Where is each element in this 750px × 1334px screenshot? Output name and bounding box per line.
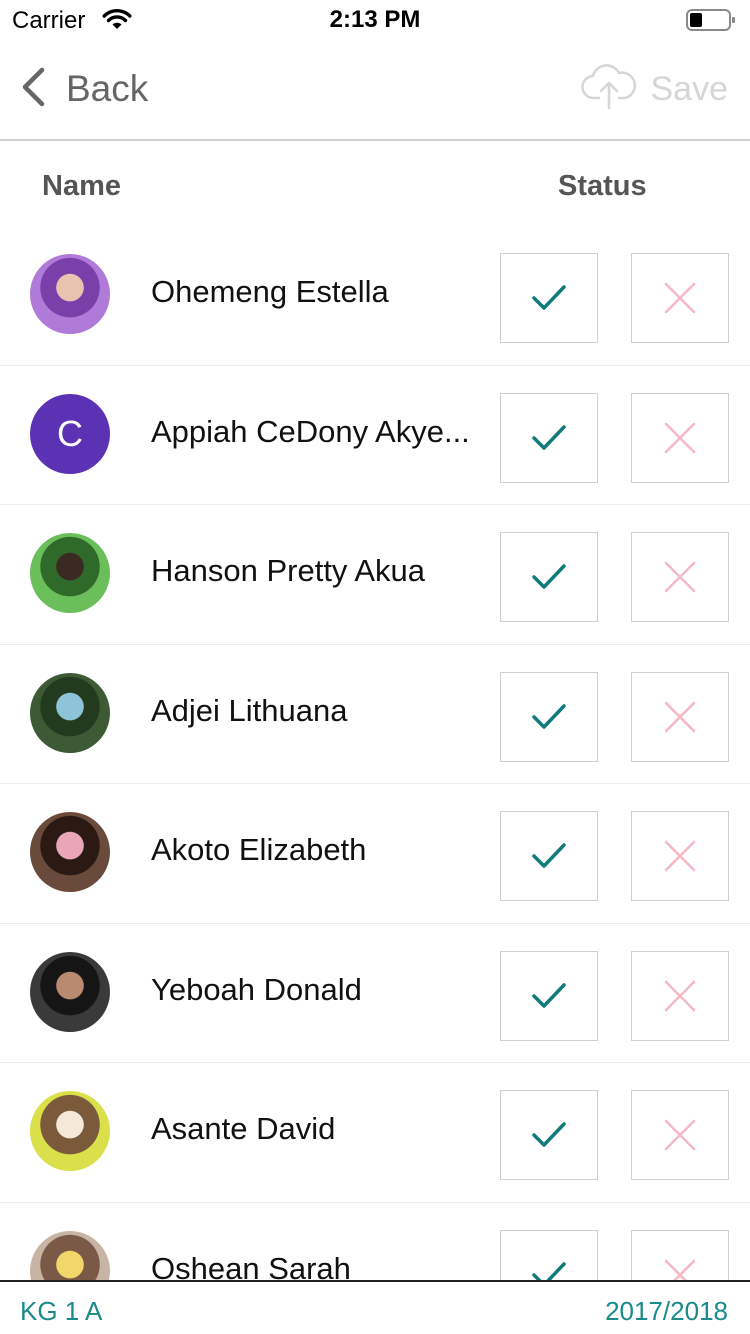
student-row: C Appiah CeDony Akye... xyxy=(0,366,750,505)
mark-absent-button[interactable] xyxy=(631,950,729,1041)
student-row: Oshean Sarah xyxy=(0,1203,750,1281)
mark-absent-button[interactable] xyxy=(631,1090,729,1180)
footer-bar: KG 1 A 2017/2018 xyxy=(0,1280,750,1334)
chevron-left-icon xyxy=(20,67,46,112)
status-column-header: Status xyxy=(558,170,647,202)
mark-present-button[interactable] xyxy=(500,811,598,901)
student-name: Asante David xyxy=(151,1111,336,1146)
student-name: Akoto Elizabeth xyxy=(151,832,367,867)
checkmark-icon xyxy=(532,564,566,589)
battery-icon xyxy=(686,8,736,32)
back-label: Back xyxy=(66,68,149,109)
checkmark-icon xyxy=(532,703,566,729)
student-name: Ohemeng Estella xyxy=(151,274,389,309)
student-name: Hanson Pretty Akua xyxy=(151,553,425,588)
mark-absent-button[interactable] xyxy=(631,253,729,343)
mark-present-button[interactable] xyxy=(500,532,598,622)
mark-absent-button[interactable] xyxy=(631,532,729,622)
mark-present-button[interactable] xyxy=(500,950,598,1041)
student-name: Yeboah Donald xyxy=(151,971,362,1007)
avatar-initial: C xyxy=(57,412,83,454)
student-row: Ohemeng Estella xyxy=(0,226,750,366)
close-icon xyxy=(664,422,696,453)
student-name: Appiah CeDony Akye... xyxy=(151,413,470,449)
student-avatar xyxy=(30,812,110,892)
class-name: KG 1 A xyxy=(20,1296,103,1326)
checkmark-icon xyxy=(532,843,566,868)
checkmark-icon xyxy=(532,285,566,310)
save-label: Save xyxy=(650,69,729,108)
mark-absent-button[interactable] xyxy=(631,392,729,483)
cloud-upload-icon xyxy=(580,63,637,115)
close-icon xyxy=(664,282,696,314)
clock: 2:13 PM xyxy=(329,6,421,33)
student-avatar xyxy=(30,533,110,613)
close-icon xyxy=(664,980,696,1011)
mark-present-button[interactable] xyxy=(500,671,598,762)
student-avatar xyxy=(30,951,110,1032)
column-header: Name Status xyxy=(0,142,750,230)
student-row: Adjei Lithuana xyxy=(0,645,750,784)
mark-present-button[interactable] xyxy=(500,253,598,343)
close-icon xyxy=(664,701,696,732)
checkmark-icon xyxy=(532,1261,566,1280)
mark-absent-button[interactable] xyxy=(631,1229,729,1280)
academic-year: 2017/2018 xyxy=(605,1296,728,1326)
mark-absent-button[interactable] xyxy=(631,811,729,901)
student-avatar xyxy=(30,1091,110,1171)
checkmark-icon xyxy=(532,982,566,1008)
student-avatar xyxy=(30,1230,110,1280)
mark-present-button[interactable] xyxy=(500,392,598,483)
student-name: Oshean Sarah xyxy=(151,1250,351,1281)
mark-present-button[interactable] xyxy=(500,1090,598,1180)
close-icon xyxy=(664,840,696,872)
save-button[interactable]: Save xyxy=(580,63,729,115)
student-row: Akoto Elizabeth xyxy=(0,784,750,924)
mark-present-button[interactable] xyxy=(500,1229,598,1280)
student-name: Adjei Lithuana xyxy=(151,692,348,728)
student-avatar: C xyxy=(30,393,110,474)
student-avatar xyxy=(30,254,110,334)
checkmark-icon xyxy=(532,1122,566,1147)
mark-absent-button[interactable] xyxy=(631,671,729,762)
back-button[interactable]: Back xyxy=(20,66,148,112)
status-bar: Carrier 2:13 PM xyxy=(0,0,750,40)
name-column-header: Name xyxy=(42,170,121,202)
student-list[interactable]: Ohemeng Estella C Appiah CeDony Akye... Han… xyxy=(0,226,750,1280)
close-icon xyxy=(664,561,696,593)
close-icon xyxy=(664,1119,696,1151)
student-row: Asante David xyxy=(0,1063,750,1203)
student-row: Yeboah Donald xyxy=(0,924,750,1063)
student-row: Hanson Pretty Akua xyxy=(0,505,750,645)
nav-bar: Back Save xyxy=(0,40,750,141)
checkmark-icon xyxy=(532,424,566,450)
student-avatar xyxy=(30,672,110,753)
close-icon xyxy=(664,1259,696,1280)
